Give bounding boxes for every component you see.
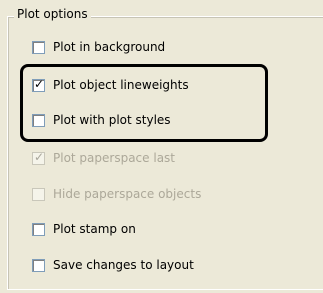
option-plot-object-lineweights[interactable]: ✓ Plot object lineweights [32, 75, 189, 95]
checkbox-save-changes-to-layout[interactable] [32, 258, 45, 272]
label-plot-with-plot-styles: Plot with plot styles [53, 113, 171, 127]
label-plot-object-lineweights: Plot object lineweights [53, 78, 189, 92]
checkbox-plot-stamp-on[interactable] [32, 222, 45, 236]
checkbox-plot-paperspace-last: ✓ [32, 149, 45, 165]
option-plot-paperspace-last: ✓ Plot paperspace last [32, 148, 175, 168]
option-plot-in-background[interactable]: Plot in background [32, 37, 165, 57]
checkmark-icon: ✓ [34, 76, 45, 91]
checkbox-plot-with-plot-styles[interactable] [32, 113, 45, 127]
label-plot-paperspace-last: Plot paperspace last [53, 151, 175, 165]
label-plot-stamp-on: Plot stamp on [53, 222, 136, 236]
label-hide-paperspace-objects: Hide paperspace objects [53, 187, 202, 201]
label-plot-in-background: Plot in background [53, 40, 166, 54]
plot-options-title: Plot options [14, 6, 91, 22]
option-plot-with-plot-styles[interactable]: Plot with plot styles [32, 110, 171, 130]
checkbox-plot-object-lineweights[interactable]: ✓ [32, 76, 45, 92]
option-plot-stamp-on[interactable]: Plot stamp on [32, 219, 136, 239]
option-hide-paperspace-objects: Hide paperspace objects [32, 184, 201, 204]
checkmark-icon: ✓ [34, 149, 45, 164]
checkbox-hide-paperspace-objects [32, 187, 45, 201]
label-save-changes-to-layout: Save changes to layout [53, 258, 194, 272]
option-save-changes-to-layout[interactable]: Save changes to layout [32, 255, 194, 275]
checkbox-plot-in-background[interactable] [32, 40, 45, 54]
